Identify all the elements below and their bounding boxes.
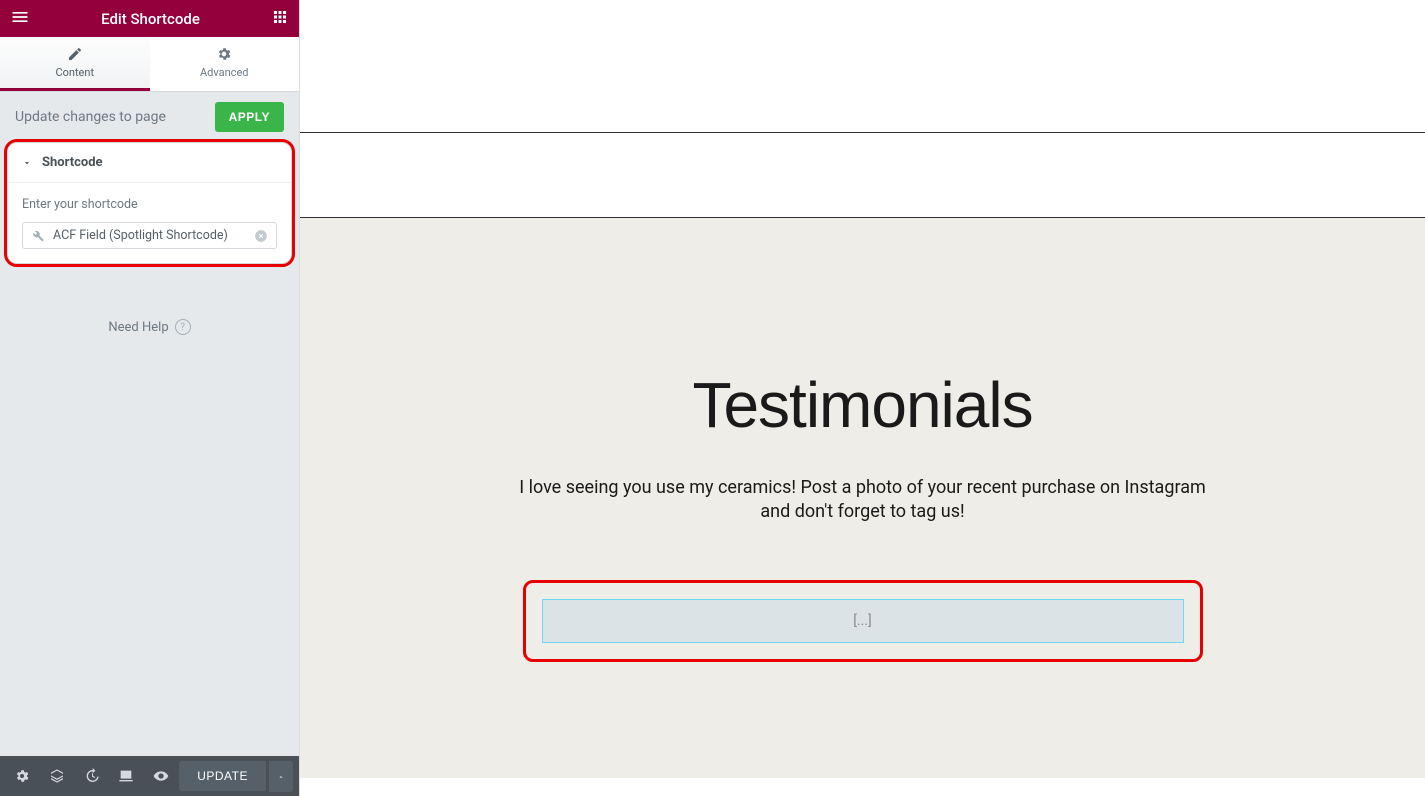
editor-sidebar: Edit Shortcode Content Advanced Update c… (0, 0, 300, 796)
wrench-icon (31, 229, 45, 243)
sidebar-header: Edit Shortcode (0, 0, 299, 37)
shortcode-panel: Shortcode Enter your shortcode ACF Field… (7, 142, 292, 264)
preview-icon[interactable] (145, 756, 178, 796)
responsive-icon[interactable] (110, 756, 143, 796)
testimonials-section: Testimonials I love seeing you use my ce… (300, 218, 1425, 778)
help-label: Need Help (108, 320, 168, 335)
apps-icon[interactable] (271, 8, 289, 30)
section-toggle[interactable]: Shortcode (8, 143, 291, 183)
update-button[interactable]: UPDATE (179, 761, 266, 791)
section-heading: Testimonials (300, 368, 1425, 442)
preview-gap (300, 133, 1425, 218)
section-subtext: I love seeing you use my ceramics! Post … (513, 476, 1213, 525)
clear-icon[interactable] (254, 229, 268, 243)
tab-advanced[interactable]: Advanced (150, 37, 300, 91)
preview-spacer (300, 0, 1425, 133)
help-link[interactable]: Need Help ? (0, 264, 299, 390)
shortcode-value: ACF Field (Spotlight Shortcode) (53, 228, 246, 243)
tab-advanced-label: Advanced (200, 66, 248, 79)
menu-icon[interactable] (10, 7, 30, 31)
shortcode-input[interactable]: ACF Field (Spotlight Shortcode) (22, 222, 277, 249)
settings-icon[interactable] (6, 756, 39, 796)
caret-down-icon (22, 158, 32, 168)
tabs: Content Advanced (0, 37, 299, 92)
shortcode-placeholder: [...] (853, 613, 872, 629)
update-dropdown[interactable] (268, 761, 293, 792)
apply-button[interactable]: APPLY (215, 102, 284, 132)
navigator-icon[interactable] (41, 756, 74, 796)
tab-content[interactable]: Content (0, 37, 150, 91)
history-icon[interactable] (75, 756, 108, 796)
section-body: Enter your shortcode ACF Field (Spotligh… (8, 183, 291, 263)
shortcode-widget[interactable]: [...] (542, 599, 1184, 643)
footer-bar: UPDATE (0, 756, 299, 796)
panel-title: Edit Shortcode (101, 10, 200, 28)
help-icon: ? (175, 319, 191, 335)
section-title: Shortcode (42, 155, 103, 170)
update-label: Update changes to page (15, 109, 166, 125)
preview-canvas: Testimonials I love seeing you use my ce… (300, 0, 1425, 796)
field-label: Enter your shortcode (22, 197, 277, 212)
tab-content-label: Content (55, 66, 94, 79)
update-row: Update changes to page APPLY (0, 92, 299, 142)
shortcode-widget-highlight: [...] (523, 580, 1203, 662)
